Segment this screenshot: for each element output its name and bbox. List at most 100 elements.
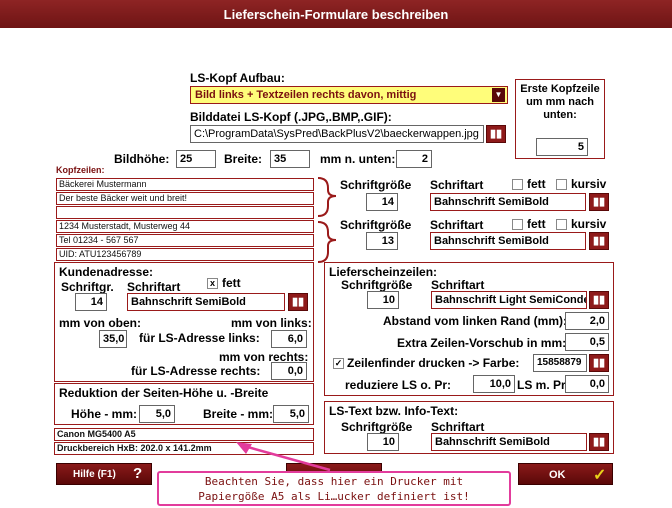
zeilenfinder-checkbox[interactable]: ✓	[333, 358, 344, 369]
kopf1-schriftgroesse-label: Schriftgröße	[340, 178, 412, 192]
zeilenfinder-label: Zeilenfinder drucken -> Farbe:	[347, 356, 520, 370]
breite-input[interactable]: 35	[270, 150, 310, 168]
kopf2-schriftart-label: Schriftart	[430, 218, 484, 232]
kunde-schriftgr-label: Schriftgr.	[61, 280, 114, 294]
abstand-label: Abstand vom linken Rand (mm):	[383, 314, 568, 328]
browse-file-button[interactable]: ▮▮	[486, 125, 506, 143]
tooltip-arrow-icon	[236, 442, 331, 472]
reduktion-label: Reduktion der Seiten-Höhe u. -Breite	[59, 386, 269, 400]
ok-label: OK	[549, 469, 566, 481]
breite-mm-label: Breite - mm:	[203, 407, 274, 421]
checkmark-icon: ✓	[593, 467, 607, 484]
lskopf-aufbau-value: Bild links + Textzeilen rechts davon, mi…	[195, 89, 417, 101]
tooltip-line-2: Papiergöße A5 als Li…ucker definiert ist…	[198, 490, 470, 503]
chevron-down-icon[interactable]: ▼	[492, 88, 505, 102]
window-title: Lieferschein-Formulare beschreiben	[0, 0, 672, 28]
kunde-font-field[interactable]: Bahnschrift SemiBold	[127, 293, 285, 311]
hilfe-button[interactable]: Hilfe (F1) ?	[56, 463, 152, 485]
kundenadresse-label: Kundenadresse:	[59, 265, 154, 279]
kopfzeile-5[interactable]: Tel 01234 - 567 567	[56, 234, 314, 247]
lstext-panel: LS-Text bzw. Info-Text: Schriftgröße Sch…	[324, 401, 614, 454]
lz-schriftgroesse-label: Schriftgröße	[341, 278, 413, 292]
erste-kopfzeile-input[interactable]: 5	[536, 138, 588, 156]
mm-von-links-input[interactable]: 6,0	[271, 330, 307, 348]
lstext-label: LS-Text bzw. Info-Text:	[329, 404, 459, 418]
printer-hint-tooltip: Beachten Sie, dass hier ein Drucker mit …	[157, 471, 511, 506]
kopf2-fett-checkbox[interactable]	[512, 219, 523, 230]
ok-button[interactable]: OK ✓	[518, 463, 613, 485]
lieferscheinzeilen-panel: Lieferscheinzeilen: Schriftgröße Schrift…	[324, 262, 614, 396]
kopf1-kursiv-label: kursiv	[571, 177, 607, 191]
bildhoehe-label: Bildhöhe:	[114, 152, 170, 166]
kopf2-font-field[interactable]: Bahnschrift SemiBold	[430, 232, 586, 250]
kopf2-schriftgroesse-label: Schriftgröße	[340, 218, 412, 232]
lstext-schriftgroesse-label: Schriftgröße	[341, 420, 413, 434]
kopf1-font-button[interactable]: ▮▮	[589, 193, 609, 211]
curly-bracket-icon	[317, 177, 337, 263]
kunde-fett-label: fett	[222, 276, 241, 290]
kunde-schriftart-label: Schriftart	[127, 280, 181, 294]
abstand-input[interactable]: 2,0	[565, 312, 609, 330]
color-picker-button[interactable]: ▮▮	[589, 354, 609, 372]
lsmpr-input[interactable]: 0,0	[565, 375, 609, 393]
kopf1-fett-label: fett	[527, 177, 546, 191]
kopf1-font-field[interactable]: Bahnschrift SemiBold	[430, 193, 586, 211]
help-icon: ?	[133, 465, 143, 482]
reduziere-label: reduziere LS o. Pr:	[345, 378, 452, 392]
lz-font-field[interactable]: Bahnschrift Light SemiCondensed	[431, 291, 587, 309]
kopfzeile-1[interactable]: Bäckerei Mustermann	[56, 178, 314, 191]
lskopf-aufbau-dropdown[interactable]: Bild links + Textzeilen rechts davon, mi…	[190, 86, 508, 104]
reduziere-input[interactable]: 10,0	[473, 375, 515, 393]
hoehe-mm-label: Höhe - mm:	[71, 407, 137, 421]
kopf2-font-button[interactable]: ▮▮	[589, 232, 609, 250]
lstext-font-field[interactable]: Bahnschrift SemiBold	[431, 433, 587, 451]
breite-mm-input[interactable]: 5,0	[273, 405, 309, 423]
mm-von-rechts-input[interactable]: 0,0	[271, 362, 307, 380]
kopf2-fett-label: fett	[527, 217, 546, 231]
lz-schriftart-label: Schriftart	[431, 278, 485, 292]
kopfzeile-3[interactable]	[56, 206, 314, 219]
lsmpr-label: LS m. Pr:	[517, 378, 570, 392]
kopf1-kursiv-checkbox[interactable]	[556, 179, 567, 190]
lstext-font-button[interactable]: ▮▮	[589, 433, 609, 451]
mm-unten-label: mm n. unten:	[320, 152, 396, 166]
kopf1-size-input[interactable]: 14	[366, 193, 398, 211]
extra-vorschub-input[interactable]: 0,5	[565, 333, 609, 351]
mm-von-oben-label: mm von oben:	[59, 316, 142, 330]
mm-von-oben-input[interactable]: 35,0	[99, 330, 127, 348]
tooltip-line-1: Beachten Sie, dass hier ein Drucker mit	[204, 475, 464, 488]
bilddatei-label: Bilddatei LS-Kopf (.JPG,.BMP,.GIF):	[190, 110, 392, 124]
erste-kopfzeile-label: Erste Kopfzeile um mm nach unten:	[520, 83, 600, 121]
mm-unten-input[interactable]: 2	[396, 150, 432, 168]
kopf1-schriftart-label: Schriftart	[430, 178, 484, 192]
erste-kopfzeile-panel: Erste Kopfzeile um mm nach unten: 5	[515, 79, 605, 159]
kopf2-size-input[interactable]: 13	[366, 232, 398, 250]
kundenadresse-panel: Kundenadresse: Schriftgr. Schriftart x f…	[54, 262, 314, 382]
mm-von-links-label: mm von links:	[231, 316, 312, 330]
lstext-schriftart-label: Schriftart	[431, 420, 485, 434]
zeilenfinder-color-input[interactable]: 15858879	[533, 354, 587, 372]
fuer-adresse-rechts-label: für LS-Adresse rechts:	[131, 364, 261, 378]
kunde-size-input[interactable]: 14	[75, 293, 107, 311]
extra-vorschub-label: Extra Zeilen-Vorschub in mm:	[397, 336, 567, 350]
kunde-font-button[interactable]: ▮▮	[288, 293, 308, 311]
kopfzeilen-label: Kopfzeilen:	[56, 165, 105, 175]
kopf2-kursiv-checkbox[interactable]	[556, 219, 567, 230]
lieferscheinzeilen-label: Lieferscheinzeilen:	[329, 265, 438, 279]
lskopf-aufbau-label: LS-Kopf Aufbau:	[190, 71, 285, 85]
bildhoehe-input[interactable]: 25	[176, 150, 216, 168]
kopf2-kursiv-label: kursiv	[571, 217, 607, 231]
lz-font-button[interactable]: ▮▮	[589, 291, 609, 309]
kunde-fett-checkbox[interactable]: x	[207, 278, 218, 289]
breite-label: Breite:	[224, 152, 263, 166]
kopfzeile-6[interactable]: UID: ATU123456789	[56, 248, 314, 261]
fuer-adresse-links-label: für LS-Adresse links:	[139, 331, 260, 345]
lz-size-input[interactable]: 10	[367, 291, 399, 309]
bilddatei-input[interactable]: C:\ProgramData\SysPred\BackPlusV2\baecke…	[190, 125, 484, 143]
kopfzeile-4[interactable]: 1234 Musterstadt, Musterweg 44	[56, 220, 314, 233]
kopfzeile-2[interactable]: Der beste Bäcker weit und breit!	[56, 192, 314, 205]
reduktion-panel: Reduktion der Seiten-Höhe u. -Breite Höh…	[54, 383, 314, 425]
kopf1-fett-checkbox[interactable]	[512, 179, 523, 190]
hoehe-mm-input[interactable]: 5,0	[139, 405, 175, 423]
lstext-size-input[interactable]: 10	[367, 433, 399, 451]
